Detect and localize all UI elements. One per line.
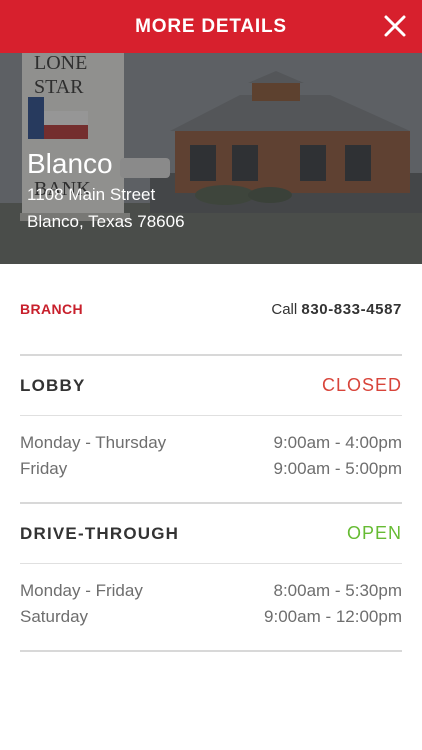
details-content: BRANCH Call 830-833-4587 LOBBY CLOSED Mo…: [20, 264, 402, 652]
lobby-hours: Monday - Thursday 9:00am - 4:00pm Friday…: [20, 416, 402, 504]
hours-time: 9:00am - 5:00pm: [273, 459, 402, 478]
drive-through-status-badge: OPEN: [346, 523, 402, 543]
hours-time: 9:00am - 12:00pm: [264, 607, 402, 626]
close-icon[interactable]: [382, 13, 408, 39]
header-bar: MORE DETAILS: [0, 0, 422, 53]
call-prefix: Call: [271, 300, 298, 318]
lobby-hours-row: Friday 9:00am - 5:00pm: [20, 456, 402, 482]
branch-label: BRANCH: [20, 301, 84, 317]
drive-through-hours: Monday - Friday 8:00am - 5:30pm Saturday…: [20, 564, 402, 652]
branch-name: Blanco: [27, 148, 113, 179]
lobby-status-badge: CLOSED: [321, 375, 402, 395]
lobby-hours-row: Monday - Thursday 9:00am - 4:00pm: [20, 430, 402, 456]
hours-time: 8:00am - 5:30pm: [273, 581, 402, 600]
call-link[interactable]: Call 830-833-4587: [271, 301, 402, 318]
phone-number[interactable]: 830-833-4587: [301, 301, 402, 318]
hours-day: Monday - Thursday: [20, 433, 167, 452]
page-title: MORE DETAILS: [135, 15, 287, 37]
branch-row: BRANCH Call 830-833-4587: [20, 264, 402, 356]
lobby-header: LOBBY CLOSED: [20, 356, 402, 416]
hours-day: Saturday: [20, 607, 89, 626]
drive-through-hours-row: Monday - Friday 8:00am - 5:30pm: [20, 578, 402, 604]
hours-day: Friday: [20, 459, 68, 478]
address-line-2: Blanco, Texas 78606: [27, 212, 185, 231]
branch-photo: LONE STAR BANK Blanco 1108 Main Street B…: [0, 53, 422, 264]
hours-day: Monday - Friday: [20, 581, 143, 600]
address-line-1: 1108 Main Street: [27, 185, 156, 204]
drive-through-hours-row: Saturday 9:00am - 12:00pm: [20, 604, 402, 630]
drive-through-header: DRIVE-THROUGH OPEN: [20, 504, 402, 564]
drive-through-title: DRIVE-THROUGH: [20, 523, 180, 543]
hours-time: 9:00am - 4:00pm: [273, 433, 402, 452]
branch-info: Blanco 1108 Main Street Blanco, Texas 78…: [27, 147, 185, 235]
lobby-title: LOBBY: [20, 375, 86, 395]
